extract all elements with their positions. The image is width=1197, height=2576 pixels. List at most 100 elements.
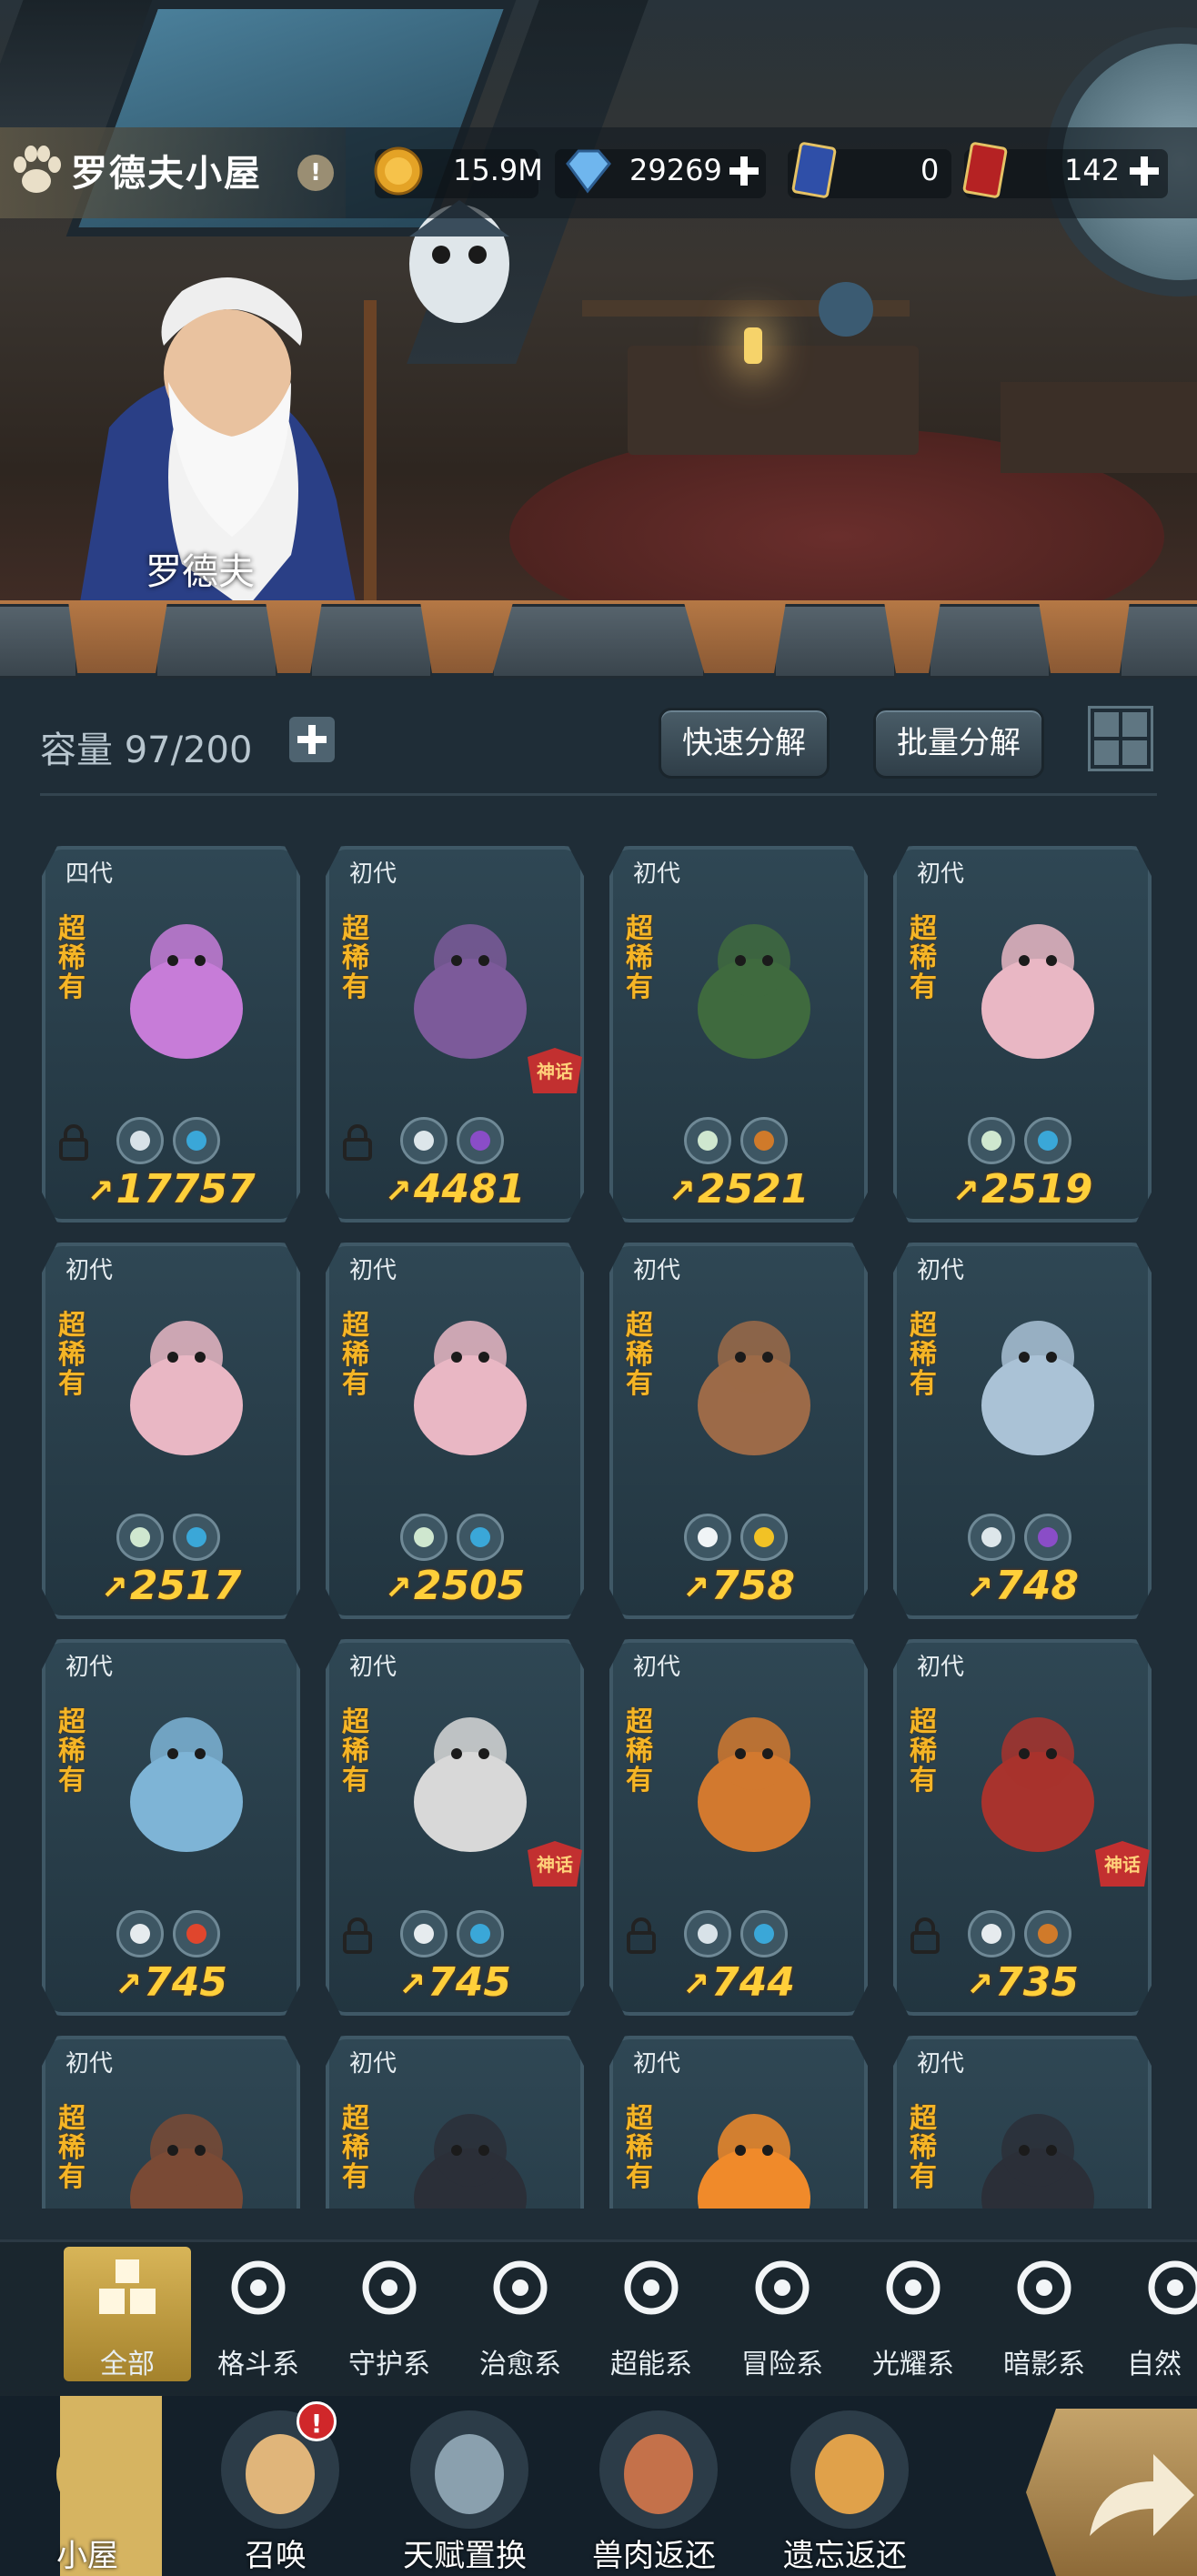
add-diamond-button[interactable] — [726, 153, 762, 189]
nav-swap[interactable]: 天赋置换 — [387, 2401, 542, 2576]
tab-leaf[interactable]: 自然 — [1112, 2247, 1197, 2381]
ticket-value: 0 — [920, 153, 940, 187]
grid-cell — [1122, 712, 1147, 737]
type-glyph — [186, 1924, 206, 1944]
power-arrow-icon: ↗ — [384, 1570, 412, 1607]
pet-card[interactable]: 初代 超稀有 神话 ↗4481 — [326, 846, 584, 1223]
pet-grid[interactable]: 四代 超稀有 ↗17757 初代 超稀有 神话 ↗4481 初代 超稀有 ↗2521 初代 超稀有 ↗2… — [42, 846, 1161, 2209]
info-icon[interactable]: ! — [297, 155, 334, 191]
nav-flame[interactable]: 遗忘返还 — [768, 2401, 922, 2576]
nav-meat[interactable]: 兽肉返还 — [577, 2401, 731, 2576]
generation-label: 四代 — [65, 860, 114, 888]
nav-house[interactable]: 小屋 — [9, 2401, 164, 2576]
power-number: 735 — [995, 1959, 1080, 2006]
expand-capacity-button[interactable] — [289, 717, 335, 762]
type-glyph — [1038, 1527, 1058, 1547]
lock-icon[interactable] — [342, 1917, 373, 1954]
rarity-label: 超稀有 — [910, 1310, 937, 1400]
rarity-label: 超稀有 — [58, 913, 86, 1003]
creature-portrait — [698, 2114, 810, 2209]
border-stone — [1119, 604, 1197, 679]
rarity-label: 超稀有 — [342, 1706, 369, 1796]
nav-label: 兽肉返还 — [592, 2538, 716, 2574]
power-value: ↗745 — [45, 1959, 297, 2006]
tab-alien[interactable]: 超能系 — [588, 2247, 715, 2381]
pet-card[interactable]: 初代 超稀有 ↗2521 — [609, 846, 868, 1223]
adv-type-icon — [400, 1910, 448, 1957]
power-value: ↗4481 — [329, 1166, 580, 1213]
pet-card[interactable]: 初代 超稀有 ↗758 — [609, 1243, 868, 1619]
creature-portrait — [130, 2114, 243, 2209]
lock-icon[interactable] — [58, 1124, 89, 1161]
pet-card[interactable]: 初代 超稀有 — [893, 2036, 1152, 2209]
tab-star[interactable]: 光耀系 — [850, 2247, 977, 2381]
pet-card[interactable]: 初代 超稀有 — [326, 2036, 584, 2209]
flame-icon — [790, 2410, 909, 2529]
type-glyph — [186, 1527, 206, 1547]
type-glyph — [470, 1527, 490, 1547]
shield-icon — [357, 2256, 421, 2319]
pet-card[interactable]: 初代 超稀有 — [42, 2036, 300, 2209]
border-stone — [773, 604, 897, 679]
lock-icon[interactable] — [910, 1917, 940, 1954]
go-arrow-button[interactable] — [1026, 2409, 1197, 2576]
pet-card[interactable]: 初代 超稀有 ↗748 — [893, 1243, 1152, 1619]
quick-decompose-button[interactable]: 快速分解 — [659, 708, 830, 779]
rarity-label: 超稀有 — [626, 1706, 653, 1796]
desk — [628, 346, 919, 455]
power-number: 2519 — [981, 1166, 1093, 1213]
meat-icon — [599, 2410, 718, 2529]
tab-hat[interactable]: 冒险系 — [719, 2247, 846, 2381]
tab-shield[interactable]: 守护系 — [326, 2247, 453, 2381]
type-glyph — [981, 1924, 1001, 1944]
power-arrow-icon: ↗ — [951, 1173, 980, 1211]
pet-card[interactable]: 初代 超稀有 神话 ↗735 — [893, 1639, 1152, 2016]
tab-sprout[interactable]: 治愈系 — [457, 2247, 584, 2381]
rarity-label: 超稀有 — [342, 1310, 369, 1400]
lock-icon[interactable] — [342, 1124, 373, 1161]
pet-card[interactable]: 初代 超稀有 ↗2517 — [42, 1243, 300, 1619]
grid-cell — [1122, 740, 1147, 765]
power-arrow-icon: ↗ — [114, 1967, 143, 2004]
summon-alert-badge: ! — [297, 2401, 337, 2441]
pet-card[interactable]: 初代 超稀有 ↗2505 — [326, 1243, 584, 1619]
creature-portrait — [130, 1321, 243, 1455]
power-value: ↗744 — [613, 1959, 864, 2006]
guard-type-icon — [684, 1910, 731, 1957]
type-glyph — [414, 1924, 434, 1944]
type-glyph — [698, 1131, 718, 1151]
power-value: ↗758 — [613, 1563, 864, 1609]
type-glyph — [754, 1131, 774, 1151]
creature-portrait — [981, 2114, 1094, 2209]
add-card-button[interactable] — [1126, 153, 1162, 189]
divider — [40, 793, 1157, 796]
border-stone — [491, 604, 706, 679]
lock-icon[interactable] — [626, 1917, 657, 1954]
pet-card[interactable]: 初代 超稀有 ↗2519 — [893, 846, 1152, 1223]
power-number: 745 — [144, 1959, 228, 2006]
tab-fist[interactable]: 格斗系 — [195, 2247, 322, 2381]
card-value: 142 — [1064, 153, 1121, 187]
rarity-label: 超稀有 — [58, 1310, 86, 1400]
generation-label: 初代 — [917, 860, 965, 888]
rarity-label: 超稀有 — [58, 2103, 86, 2193]
tab-eye[interactable]: 暗影系 — [981, 2247, 1108, 2381]
power-number: 17757 — [116, 1166, 256, 1213]
pet-card[interactable]: 初代 超稀有 神话 ↗745 — [326, 1639, 584, 2016]
power-value: ↗2505 — [329, 1563, 580, 1609]
type-glyph — [130, 1527, 150, 1547]
nav-label: 天赋置换 — [403, 2538, 527, 2574]
rarity-label: 超稀有 — [910, 1706, 937, 1796]
batch-decompose-button[interactable]: 批量分解 — [873, 708, 1044, 779]
pet-card[interactable]: 初代 超稀有 ↗744 — [609, 1639, 868, 2016]
tab-grid[interactable]: 全部 — [64, 2247, 191, 2381]
pet-card[interactable]: 初代 超稀有 — [609, 2036, 868, 2209]
generation-label: 初代 — [633, 2050, 681, 2078]
grid-view-toggle[interactable] — [1088, 706, 1153, 771]
nav-label: 召唤 — [245, 2538, 307, 2574]
power-arrow-icon: ↗ — [681, 1967, 710, 2004]
pet-card[interactable]: 四代 超稀有 ↗17757 — [42, 846, 300, 1223]
generation-label: 初代 — [349, 2050, 397, 2078]
pet-card[interactable]: 初代 超稀有 ↗745 — [42, 1639, 300, 2016]
type-glyph — [470, 1924, 490, 1944]
